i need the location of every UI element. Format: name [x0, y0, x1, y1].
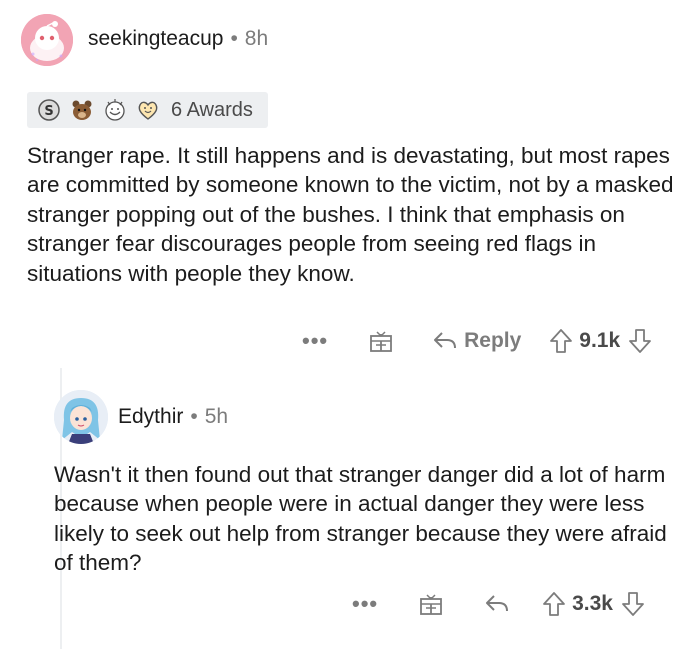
- snoo-avatar-icon: [21, 14, 73, 66]
- comment-body: Stranger rape. It still happens and is d…: [27, 143, 674, 286]
- reply-icon[interactable]: [432, 330, 458, 352]
- username[interactable]: seekingteacup: [88, 27, 223, 51]
- comment-header: seekingteacup • 8h: [88, 27, 268, 51]
- awards-count: 6 Awards: [171, 98, 253, 121]
- vote-count: 9.1k: [579, 329, 621, 352]
- anime-avatar-icon: [54, 390, 108, 444]
- more-options-button[interactable]: •••: [302, 328, 328, 354]
- silver-award-icon: S: [38, 99, 60, 121]
- upvote-icon[interactable]: [549, 328, 573, 354]
- bear-award-icon: [72, 100, 92, 120]
- awards-bar[interactable]: S 6 Awards: [27, 92, 268, 128]
- downvote-icon[interactable]: [621, 591, 645, 617]
- svg-text:S: S: [44, 104, 53, 119]
- give-award-icon[interactable]: [368, 328, 394, 354]
- timestamp[interactable]: 5h: [205, 405, 228, 429]
- wholesome-award-icon: [105, 99, 125, 121]
- downvote-icon[interactable]: [628, 328, 652, 354]
- vote-count: 3.3k: [572, 592, 613, 615]
- comment-thread: seekingteacup • 8h S 6 Awards Stranger r…: [0, 0, 700, 649]
- comment-body: Wasn't it then found out that stranger d…: [54, 462, 667, 576]
- comment-actions: ••• 3.3k: [352, 591, 645, 617]
- reply-button[interactable]: Reply: [464, 329, 521, 353]
- separator-dot: •: [230, 27, 238, 50]
- separator-dot: •: [190, 405, 198, 428]
- username[interactable]: Edythir: [118, 405, 183, 429]
- comment-actions: ••• Reply 9.1k: [302, 328, 652, 354]
- avatar[interactable]: [54, 390, 108, 444]
- heart-award-icon: [138, 101, 158, 120]
- comment-header: Edythir • 5h: [118, 405, 228, 429]
- avatar[interactable]: [21, 14, 73, 66]
- reply-icon[interactable]: [484, 593, 510, 615]
- more-options-button[interactable]: •••: [352, 591, 378, 617]
- give-award-icon[interactable]: [418, 591, 444, 617]
- upvote-icon[interactable]: [542, 591, 566, 617]
- timestamp[interactable]: 8h: [245, 27, 268, 51]
